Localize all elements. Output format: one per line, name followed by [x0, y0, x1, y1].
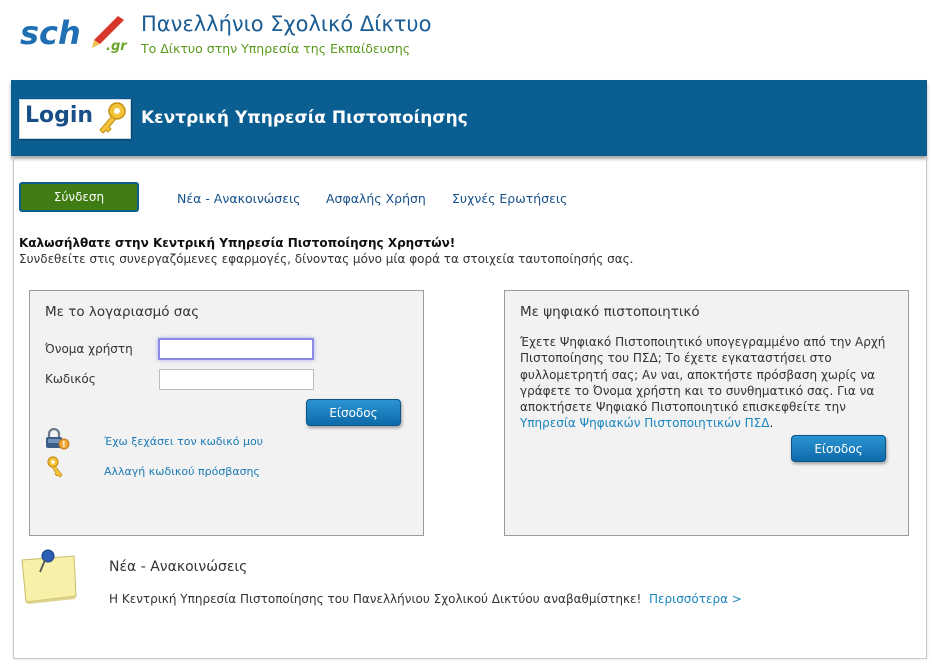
svg-text:!: ! — [62, 440, 66, 449]
certificate-panel-title: Με ψηφιακό πιστοποιητικό — [520, 304, 700, 320]
certificate-text-end: . — [769, 416, 774, 431]
login-badge-text: Login — [25, 103, 94, 128]
password-label: Κωδικός — [45, 372, 96, 386]
site-subtitle: Το Δίκτυο στην Υπηρεσία της Εκπαίδευσης — [141, 41, 411, 56]
certificate-text: Έχετε Ψηφιακό Πιστοποιητικό υπογεγραμμέν… — [520, 335, 886, 415]
welcome-heading: Καλωσήλθατε στην Κεντρική Υπηρεσία Πιστο… — [19, 236, 456, 250]
key-icon — [46, 456, 66, 478]
welcome-text: Συνδεθείτε στις συνεργαζόμενες εφαρμογές… — [19, 252, 634, 266]
account-login-button[interactable]: Είσοδος — [306, 399, 401, 426]
tab-login[interactable]: Σύνδεση — [19, 182, 139, 212]
certificate-service-link[interactable]: Υπηρεσία Ψηφιακών Πιστοποιητικών ΠΣΔ — [520, 416, 769, 430]
certificate-description: Έχετε Ψηφιακό Πιστοποιητικό υπογεγραμμέν… — [520, 334, 890, 432]
banner-title: Κεντρική Υπηρεσία Πιστοποίησης — [141, 108, 468, 128]
lock-icon: ! — [44, 427, 70, 450]
username-label: Όνομα χρήστη — [45, 342, 133, 356]
svg-text:.gr: .gr — [106, 39, 128, 54]
username-input[interactable] — [158, 338, 314, 360]
tab-safe-use[interactable]: Ασφαλής Χρήση — [326, 191, 426, 206]
pinned-note-icon — [18, 546, 80, 604]
sch-logo-icon[interactable]: sch .gr — [20, 10, 130, 54]
news-title: Νέα - Ανακοινώσεις — [109, 559, 248, 575]
certificate-login-button[interactable]: Είσοδος — [791, 435, 886, 462]
news-item: Η Κεντρική Υπηρεσία Πιστοποίησης του Παν… — [109, 592, 742, 606]
change-password-link[interactable]: Αλλαγή κωδικού πρόσβασης — [104, 465, 260, 478]
password-input[interactable] — [159, 369, 314, 390]
forgot-password-link[interactable]: Έχω ξεχάσει τον κωδικό μου — [104, 435, 263, 448]
news-more-link[interactable]: Περισσότερα > — [649, 592, 742, 606]
svg-text:sch: sch — [20, 14, 81, 52]
account-panel-title: Με το λογαριασμό σας — [45, 304, 200, 320]
news-text: Η Κεντρική Υπηρεσία Πιστοποίησης του Παν… — [109, 592, 642, 606]
tab-news[interactable]: Νέα - Ανακοινώσεις — [177, 191, 301, 206]
site-title: Πανελλήνιο Σχολικό Δίκτυο — [141, 12, 432, 36]
tab-faq[interactable]: Συχνές Ερωτήσεις — [452, 191, 567, 206]
